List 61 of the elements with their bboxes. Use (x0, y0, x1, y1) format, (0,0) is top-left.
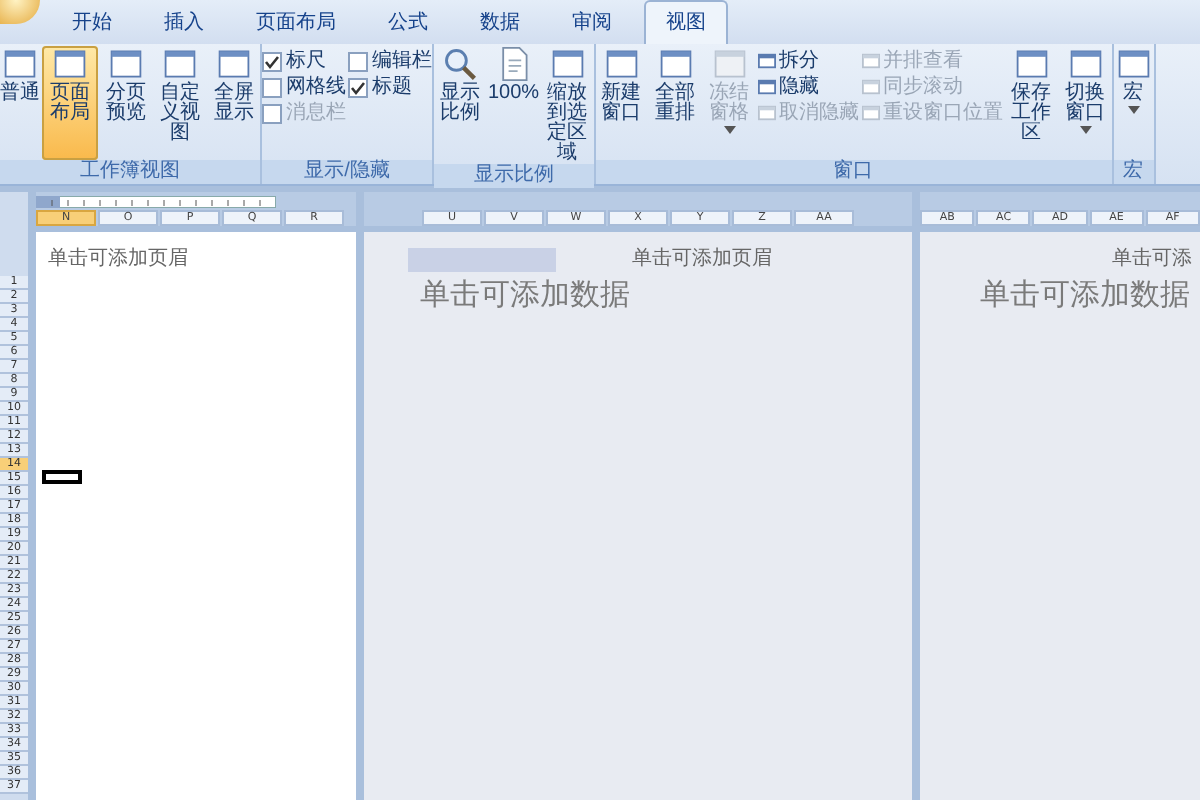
ribbon-button[interactable]: 普通 (0, 46, 40, 160)
ribbon-tab[interactable]: 插入 (144, 2, 224, 44)
header-placeholder[interactable]: 单击可添加页眉 (632, 248, 772, 272)
ribbon-tab[interactable]: 公式 (368, 2, 448, 44)
ribbon-button[interactable]: 拆分 (757, 50, 860, 72)
window-icon (861, 52, 880, 70)
caret-icon (723, 126, 736, 134)
ribbon-button[interactable]: 100% (488, 46, 540, 164)
checkbox[interactable]: 标题 (348, 76, 432, 98)
ribbon-button[interactable]: 全部重排 (649, 46, 702, 160)
ribbon-tab[interactable]: 数据 (460, 2, 540, 44)
group-label: 工作簿视图 (0, 160, 260, 184)
window-icon (162, 46, 198, 82)
window-icon (861, 78, 880, 96)
window-icon (1067, 46, 1104, 82)
ribbon-button[interactable]: 缩放到选定区域 (541, 46, 594, 164)
window-icon (216, 46, 252, 82)
window-icon (1115, 46, 1152, 82)
ribbon-tab[interactable]: 开始 (52, 2, 132, 44)
window-icon (2, 46, 38, 82)
window-icon (861, 104, 880, 122)
caret-icon (1079, 126, 1092, 134)
ribbon-button[interactable]: 宏 (1113, 46, 1154, 160)
caret-icon (1127, 106, 1140, 114)
group-label: 窗口 (595, 160, 1112, 184)
window-icon (1013, 46, 1050, 82)
window-icon (757, 52, 776, 70)
checkmark-icon (350, 79, 366, 95)
active-cell[interactable] (42, 470, 82, 484)
ribbon-button[interactable]: 保存工作区 (1005, 46, 1058, 160)
checkmark-icon (264, 53, 280, 69)
window-icon (52, 46, 88, 82)
group-label: 宏 (1113, 160, 1154, 184)
window-icon (757, 78, 776, 96)
ribbon-button[interactable]: 显示比例 (434, 46, 486, 164)
window-icon (603, 46, 640, 82)
ribbon-button[interactable]: 页面布局 (42, 46, 98, 160)
group-label: 显示比例 (434, 164, 594, 188)
header-placeholder[interactable]: 单击可添加页眉 (48, 248, 188, 272)
header-placeholder[interactable]: 单击可添 (1112, 248, 1192, 272)
ribbon-button[interactable]: 自定义视图 (154, 46, 206, 160)
window-icon (757, 104, 776, 122)
ribbon-tab[interactable]: 视图 (644, 0, 728, 44)
ribbon-tab[interactable]: 审阅 (552, 2, 632, 44)
window-icon (108, 46, 144, 82)
group-label: 显示/隐藏 (262, 160, 432, 184)
checkbox[interactable]: 编辑栏 (348, 50, 432, 72)
ribbon-button[interactable]: 切换窗口 (1059, 46, 1112, 160)
magnifier-icon (442, 46, 478, 82)
page-placeholder[interactable]: 单击可添加数据 (364, 272, 912, 314)
ribbon-button[interactable]: 分页预览 (100, 46, 152, 160)
ribbon-tab[interactable]: 页面布局 (236, 2, 356, 44)
ribbon-button[interactable]: 隐藏 (757, 76, 860, 98)
page-placeholder[interactable]: 单击可添加数据 (920, 272, 1200, 314)
window-icon (711, 46, 748, 82)
checkbox[interactable]: 标尺 (262, 50, 346, 72)
ribbon-button[interactable]: 新建窗口 (595, 46, 648, 160)
window-icon (657, 46, 694, 82)
ribbon-button[interactable]: 全屏显示 (208, 46, 260, 160)
checkbox[interactable]: 网格线 (262, 76, 346, 98)
window-icon (549, 46, 586, 82)
